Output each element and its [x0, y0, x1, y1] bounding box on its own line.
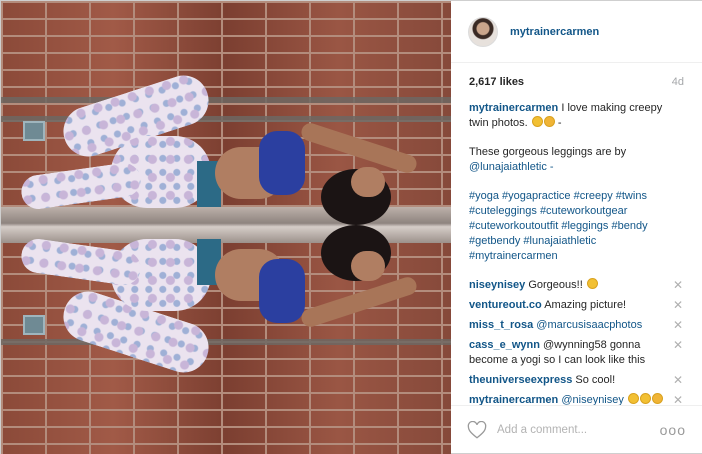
avatar[interactable]: [468, 16, 498, 47]
close-icon[interactable]: ✕: [672, 278, 684, 293]
comments-list[interactable]: mytrainercarmen I love making creepy twi…: [451, 101, 702, 406]
heart-eyes-emoji-icon: [586, 278, 598, 289]
wall-box: [23, 121, 45, 141]
heart-icon[interactable]: [467, 420, 487, 439]
lower-figure-face: [351, 251, 385, 281]
wall-pipe: [1, 97, 451, 103]
close-icon[interactable]: ✕: [672, 338, 684, 353]
more-options-icon[interactable]: ooo: [660, 422, 686, 438]
post-age[interactable]: 4d: [672, 76, 684, 88]
comment-bar: Add a comment... ooo: [451, 405, 702, 453]
comment-username[interactable]: ventureout.co: [469, 299, 542, 311]
post-header: mytrainercarmen: [451, 1, 702, 63]
caption-hashtags[interactable]: #yoga #yogapractice #creepy #twins #cute…: [469, 189, 684, 264]
post-details-panel: mytrainercarmen 2,617 likes 4d mytrainer…: [451, 1, 702, 453]
wall-pipe: [1, 339, 451, 345]
comment-username[interactable]: miss_t_rosa: [469, 319, 533, 331]
comment-text: Amazing picture!: [544, 299, 627, 311]
post-photo[interactable]: [1, 1, 451, 454]
grinning-emoji-icon: [531, 116, 543, 127]
wall-box: [23, 315, 45, 335]
comment: theuniverseexpress So cool! ✕: [469, 373, 684, 388]
close-icon[interactable]: ✕: [672, 318, 684, 333]
add-comment-input[interactable]: Add a comment...: [497, 424, 660, 436]
lower-figure-arm: [299, 274, 419, 330]
comment: ventureout.co Amazing picture! ✕: [469, 298, 684, 313]
upper-figure-leg: [19, 160, 143, 212]
comment-username[interactable]: niseynisey: [469, 279, 525, 291]
upper-figure-face: [351, 167, 385, 197]
post-meta: 2,617 likes 4d: [451, 63, 702, 101]
smile-emoji-icon: [627, 393, 639, 404]
lower-figure-leg: [19, 236, 143, 288]
upper-figure-arm: [299, 120, 419, 176]
comment-text[interactable]: @marcusisaacphotos: [536, 319, 642, 331]
close-icon[interactable]: ✕: [672, 298, 684, 313]
caption-author[interactable]: mytrainercarmen: [469, 102, 558, 114]
instagram-post-modal: mytrainercarmen 2,617 likes 4d mytrainer…: [0, 0, 702, 454]
caption-leggings-text: These gorgeous leggings are by: [469, 146, 627, 158]
comment: cass_e_wynn @wynning58 gonna become a yo…: [469, 338, 684, 368]
close-icon[interactable]: ✕: [672, 373, 684, 388]
post-author-username[interactable]: mytrainercarmen: [510, 26, 599, 38]
comment-username[interactable]: cass_e_wynn: [469, 339, 540, 351]
comment-text: So cool!: [575, 374, 616, 386]
smile-emoji-icon: [639, 393, 651, 404]
comment-text: Gorgeous!!: [528, 279, 583, 291]
likes-count[interactable]: 2,617 likes: [469, 76, 524, 88]
twins-emoji-icon: [543, 116, 555, 127]
comment-username[interactable]: theuniverseexpress: [469, 374, 572, 386]
kiss-emoji-icon: [651, 393, 663, 404]
comment: niseynisey Gorgeous!! ✕: [469, 278, 684, 293]
comment: miss_t_rosa @marcusisaacphotos ✕: [469, 318, 684, 333]
lower-figure-top: [259, 259, 305, 323]
caption-dash: -: [557, 117, 562, 129]
post-caption: mytrainercarmen I love making creepy twi…: [469, 101, 684, 264]
caption-mention[interactable]: @lunajaiathletic -: [469, 161, 554, 173]
upper-figure-top: [259, 131, 305, 195]
